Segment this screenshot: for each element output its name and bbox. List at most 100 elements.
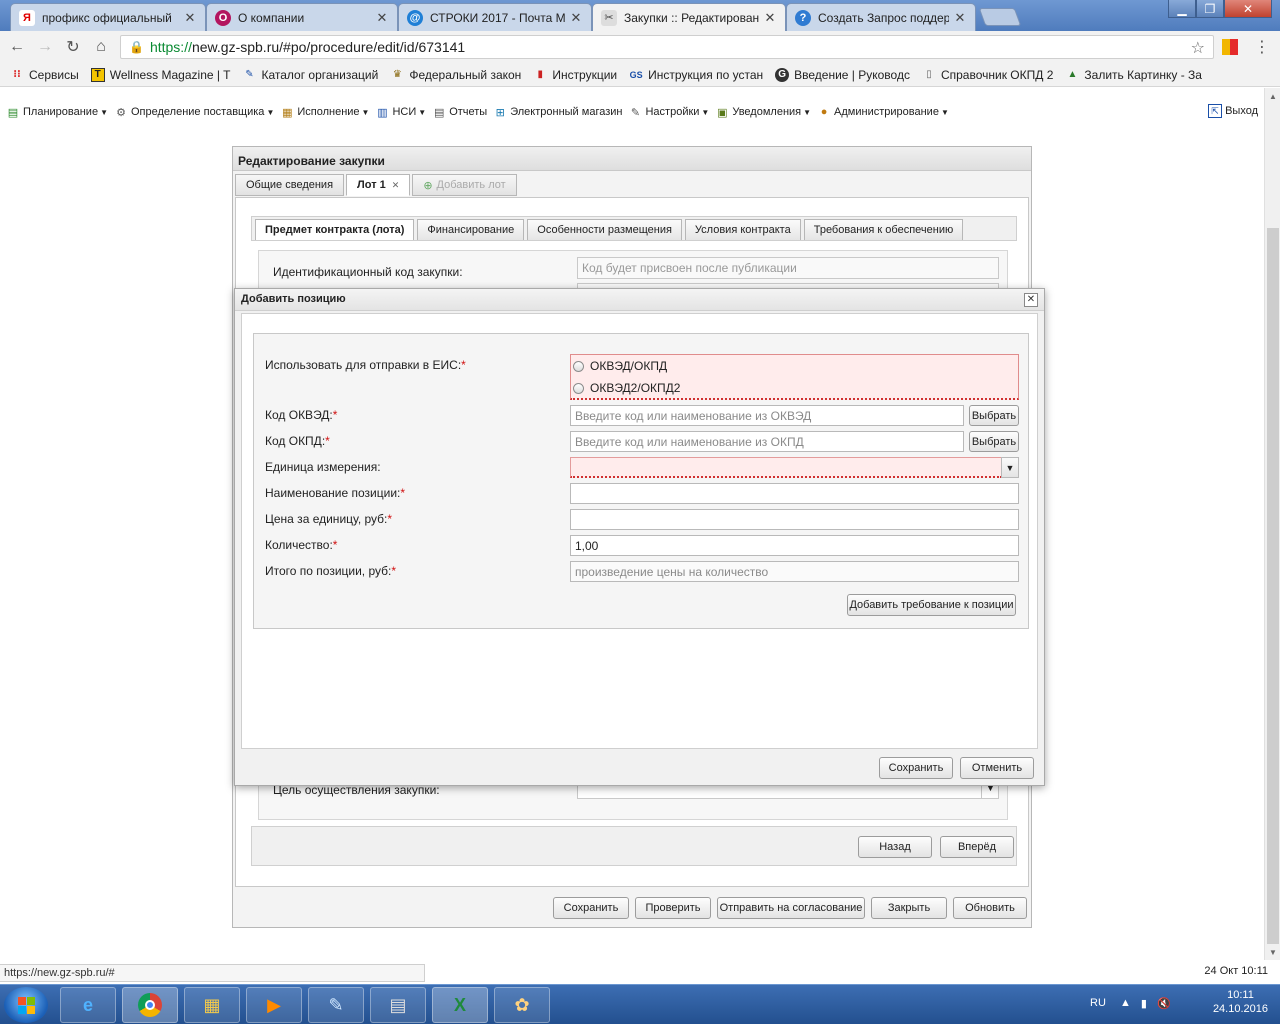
- home-icon[interactable]: ⌂: [90, 36, 112, 58]
- browser-tab-3[interactable]: @ СТРОКИ 2017 - Почта Mail.ru ✕: [398, 3, 592, 31]
- bookmark-intro-guide[interactable]: G Введение | Руководс: [775, 67, 910, 82]
- show-hidden-icons-icon[interactable]: ▲: [1120, 997, 1131, 1010]
- bookmark-label: Справочник ОКПД 2: [940, 67, 1054, 82]
- bookmark-federal-law[interactable]: ♛ Федеральный закон: [390, 68, 521, 82]
- menu-planning[interactable]: ▤ Планирование ▼: [6, 105, 108, 119]
- close-icon[interactable]: ✕: [1024, 293, 1038, 307]
- browser-tab-5[interactable]: ? Создать Запрос поддержки ✕: [786, 3, 976, 31]
- radio-okved2-okpd2[interactable]: ОКВЭД2/ОКПД2: [573, 381, 680, 395]
- tab-label: Общие сведения: [246, 179, 334, 191]
- browser-tab-1[interactable]: Я профикс официальный ✕: [10, 3, 206, 31]
- bookmark-upload-image[interactable]: ▲ Залить Картинку - За: [1065, 68, 1202, 82]
- maximize-window-button[interactable]: ❐: [1196, 0, 1224, 18]
- taskbar-media-icon[interactable]: ▶: [246, 987, 302, 1023]
- check-button[interactable]: Проверить: [635, 897, 711, 919]
- taskbar-excel-icon[interactable]: X: [432, 987, 488, 1023]
- menu-notifications[interactable]: ▣ Уведомления ▼: [715, 105, 811, 119]
- close-icon[interactable]: ✕: [183, 10, 197, 26]
- bookmark-services[interactable]: ⁝⁝ Сервисы: [10, 68, 79, 82]
- close-icon[interactable]: ✕: [375, 10, 389, 26]
- add-requirement-button[interactable]: Добавить требование к позиции: [847, 594, 1016, 616]
- scroll-down-icon[interactable]: ▼: [1265, 944, 1280, 960]
- taskbar-ie-icon[interactable]: e: [60, 987, 116, 1023]
- subtab-contract-terms[interactable]: Условия контракта: [684, 219, 801, 240]
- radio-circle[interactable]: [573, 382, 584, 394]
- volume-muted-icon[interactable]: 🔇: [1157, 997, 1171, 1010]
- menu-settings[interactable]: ✎ Настройки ▼: [628, 105, 709, 119]
- page-scrollbar[interactable]: ▲ ▼: [1264, 88, 1280, 960]
- logout-label: Выход: [1225, 105, 1258, 117]
- taskbar-chrome-icon[interactable]: [122, 987, 178, 1023]
- unit-price-input[interactable]: [570, 509, 1019, 530]
- bookmark-catalog[interactable]: ✎ Каталог организаций: [242, 68, 378, 82]
- new-tab-button[interactable]: [978, 8, 1022, 26]
- browser-tab-4-active[interactable]: ✂ Закупки :: Редактирование ✕: [592, 3, 786, 31]
- close-icon[interactable]: ✕: [392, 180, 400, 191]
- browser-tab-2[interactable]: O О компании ✕: [206, 3, 398, 31]
- close-button[interactable]: Закрыть: [871, 897, 947, 919]
- menu-reports[interactable]: ▤ Отчеты: [432, 105, 487, 119]
- tab-general[interactable]: Общие сведения: [235, 174, 345, 196]
- extension-icon[interactable]: [1222, 39, 1238, 55]
- radio-okved-okpd[interactable]: ОКВЭД/ОКПД: [573, 359, 667, 373]
- tab-label: Добавить лот: [436, 179, 506, 191]
- bookmark-wellness[interactable]: T Wellness Magazine | T: [90, 67, 230, 82]
- logout-button[interactable]: ⇱ Выход: [1208, 104, 1258, 118]
- subtab-security[interactable]: Требования к обеспечению: [803, 219, 964, 240]
- unit-price-label: Цена за единицу, руб:*: [265, 512, 393, 526]
- choose-okpd-button[interactable]: Выбрать: [969, 431, 1019, 452]
- network-signal-icon[interactable]: ▮: [1141, 997, 1147, 1010]
- system-clock[interactable]: 10:11 24.10.2016: [1213, 989, 1268, 1015]
- back-arrow-icon[interactable]: ←: [6, 36, 28, 58]
- subtab-financing[interactable]: Финансирование: [417, 219, 525, 240]
- back-button[interactable]: Назад: [858, 836, 932, 858]
- save-button[interactable]: Сохранить: [553, 897, 629, 919]
- browser-menu-icon[interactable]: ⋮: [1254, 37, 1270, 57]
- okpd-input[interactable]: Введите код или наименование из ОКПД: [570, 431, 964, 452]
- close-window-button[interactable]: ✕: [1224, 0, 1272, 18]
- refresh-button[interactable]: Обновить: [953, 897, 1027, 919]
- classifier-radio-group: ОКВЭД/ОКПД ОКВЭД2/ОКПД2: [570, 354, 1019, 400]
- bookmark-okpd2[interactable]: ▯ Справочник ОКПД 2: [922, 68, 1053, 82]
- dialog-cancel-button[interactable]: Отменить: [960, 757, 1034, 779]
- chevron-down-icon[interactable]: ▼: [1001, 457, 1019, 478]
- bookmark-star-icon[interactable]: ☆: [1191, 38, 1205, 58]
- start-button[interactable]: [4, 987, 48, 1023]
- forward-button[interactable]: Вперёд: [940, 836, 1014, 858]
- quantity-input[interactable]: 1,00: [570, 535, 1019, 556]
- send-for-approval-button[interactable]: Отправить на согласование: [717, 897, 865, 919]
- bookmark-install-guide[interactable]: GS Инструкция по устан: [629, 68, 764, 82]
- scrollbar-thumb[interactable]: [1267, 228, 1279, 944]
- address-bar[interactable]: 🔒 https://new.gz-spb.ru/#po/procedure/ed…: [120, 35, 1214, 59]
- position-name-input[interactable]: [570, 483, 1019, 504]
- language-indicator[interactable]: RU: [1090, 997, 1106, 1009]
- menu-eshop[interactable]: ⊞ Электронный магазин: [493, 105, 623, 119]
- radio-circle[interactable]: [573, 360, 584, 372]
- close-icon[interactable]: ✕: [569, 10, 583, 26]
- subtab-contract-subject[interactable]: Предмет контракта (лота): [255, 219, 415, 240]
- cart-icon: ⊞: [495, 106, 505, 119]
- url-path: new.gz-spb.ru/#po/procedure/edit/id/6731…: [191, 39, 466, 55]
- tab-lot-1[interactable]: Лот 1 ✕: [346, 174, 411, 196]
- menu-nsi[interactable]: ▥ НСИ ▼: [375, 105, 426, 119]
- taskbar-paint-icon[interactable]: ✿: [494, 987, 550, 1023]
- taskbar-calculator-icon[interactable]: ▤: [370, 987, 426, 1023]
- dialog-save-button[interactable]: Сохранить: [879, 757, 953, 779]
- choose-okved-button[interactable]: Выбрать: [969, 405, 1019, 426]
- close-icon[interactable]: ✕: [953, 10, 967, 26]
- unit-select[interactable]: [570, 457, 1002, 478]
- scroll-up-icon[interactable]: ▲: [1265, 88, 1280, 104]
- minimize-window-button[interactable]: ▁: [1168, 0, 1196, 18]
- close-icon[interactable]: ✕: [763, 10, 777, 26]
- tab-add-lot[interactable]: ⊕ Добавить лот: [412, 174, 517, 196]
- menu-supplier[interactable]: ⚙ Определение поставщика ▼: [114, 105, 274, 119]
- okved-input[interactable]: Введите код или наименование из ОКВЭД: [570, 405, 964, 426]
- subtab-placement[interactable]: Особенности размещения: [527, 219, 682, 240]
- taskbar-notepad-icon[interactable]: ✎: [308, 987, 364, 1023]
- menu-administration[interactable]: ● Администрирование ▼: [817, 105, 949, 119]
- forward-arrow-icon[interactable]: →: [34, 36, 56, 58]
- taskbar-explorer-icon[interactable]: ▦: [184, 987, 240, 1023]
- bookmark-instructions[interactable]: ▮ Инструкции: [533, 68, 618, 82]
- menu-execution[interactable]: ▦ Исполнение ▼: [280, 105, 369, 119]
- reload-icon[interactable]: ↻: [62, 36, 84, 58]
